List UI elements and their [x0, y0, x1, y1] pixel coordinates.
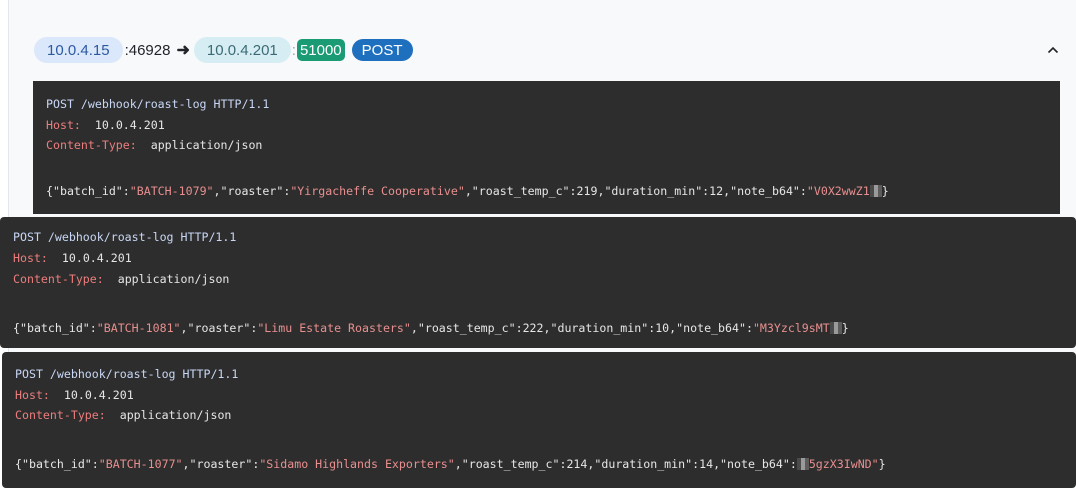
- host-header: Host: 10.0.4.201: [13, 251, 132, 265]
- host-header: Host: 10.0.4.201: [46, 118, 165, 132]
- header-value: application/json: [119, 408, 232, 422]
- header-value: application/json: [117, 272, 230, 286]
- json-body: {"batch_id":"BATCH-1077","roaster":"Sida…: [15, 457, 886, 471]
- http-request-block: POST /webhook/roast-log HTTP/1.1 Host: 1…: [2, 352, 1076, 488]
- header-key: Host:: [46, 118, 81, 132]
- content-type-header: Content-Type: application/json: [13, 272, 229, 286]
- header-key: Host:: [15, 388, 50, 402]
- host-header: Host: 10.0.4.201: [15, 388, 134, 402]
- flow-arrow-icon: ➜: [176, 42, 190, 59]
- redaction-mosaic: [796, 458, 809, 470]
- chevron-up-icon: [1047, 46, 1059, 54]
- http-method-badge: POST: [351, 39, 413, 61]
- header-key: Content-Type:: [46, 138, 137, 152]
- destination-ip-pill: 10.0.4.201: [193, 37, 291, 63]
- header-key: Content-Type:: [13, 272, 104, 286]
- source-port: :46928: [124, 41, 171, 59]
- json-body: {"batch_id":"BATCH-1081","roaster":"Limu…: [13, 321, 849, 335]
- content-type-header: Content-Type: application/json: [46, 138, 262, 152]
- header-key: Content-Type:: [15, 408, 106, 422]
- http-request-block: POST /webhook/roast-log HTTP/1.1 Host: 1…: [33, 81, 1060, 214]
- header-value: application/json: [150, 138, 263, 152]
- flow-header[interactable]: 10.0.4.15 :46928 ➜ 10.0.4.201 : 51000 PO…: [34, 37, 413, 63]
- source-ip-pill: 10.0.4.15: [34, 37, 123, 63]
- content-type-header: Content-Type: application/json: [15, 408, 231, 422]
- destination-port-separator: :: [291, 41, 296, 59]
- header-value: 10.0.4.201: [61, 251, 132, 265]
- header-key: Host:: [13, 251, 48, 265]
- destination-port-badge: 51000: [296, 39, 345, 61]
- redaction-mosaic: [829, 322, 842, 334]
- request-line: POST /webhook/roast-log HTTP/1.1: [13, 230, 237, 244]
- http-request-block: POST /webhook/roast-log HTTP/1.1 Host: 1…: [0, 217, 1076, 348]
- json-body: {"batch_id":"BATCH-1079","roaster":"Yirg…: [46, 184, 889, 198]
- request-line: POST /webhook/roast-log HTTP/1.1: [46, 97, 270, 111]
- request-line: POST /webhook/roast-log HTTP/1.1: [15, 367, 239, 381]
- redaction-mosaic: [869, 185, 882, 197]
- header-value: 10.0.4.201: [94, 118, 165, 132]
- collapse-button[interactable]: [1044, 42, 1062, 58]
- header-value: 10.0.4.201: [63, 388, 134, 402]
